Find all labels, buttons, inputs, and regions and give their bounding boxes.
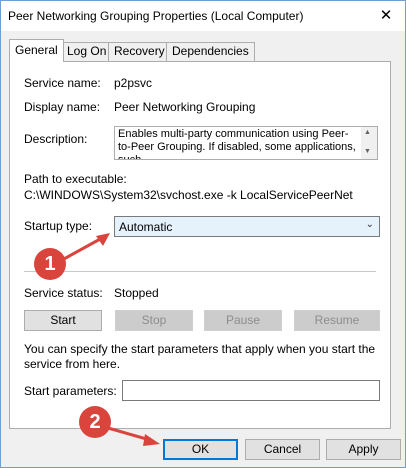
- scroll-up-icon[interactable]: ▲: [364, 129, 371, 136]
- service-status-label: Service status:: [24, 286, 103, 300]
- chevron-down-icon: ⌄: [365, 219, 374, 230]
- close-icon[interactable]: ✕: [373, 4, 399, 28]
- pause-button[interactable]: Pause: [204, 310, 282, 331]
- display-name-value: Peer Networking Grouping: [114, 100, 256, 114]
- stop-button[interactable]: Stop: [115, 310, 193, 331]
- start-params-label: Start parameters:: [24, 384, 117, 398]
- cancel-button[interactable]: Cancel: [245, 439, 320, 460]
- start-params-note: You can specify the start parameters tha…: [24, 342, 376, 371]
- tab-dependencies[interactable]: Dependencies: [166, 42, 255, 61]
- description-field[interactable]: Enables multi-party communication using …: [114, 126, 378, 160]
- start-button[interactable]: Start: [24, 310, 102, 331]
- annotation-marker-2: 2: [79, 406, 111, 438]
- start-params-input[interactable]: [122, 380, 380, 401]
- service-status-value: Stopped: [114, 286, 159, 300]
- ok-button[interactable]: OK: [163, 439, 238, 460]
- service-name-label: Service name:: [24, 76, 101, 90]
- description-label: Description:: [24, 132, 88, 146]
- divider: [24, 271, 376, 272]
- scroll-down-icon[interactable]: ▼: [364, 148, 371, 155]
- title-bar: Peer Networking Grouping Properties (Loc…: [1, 1, 405, 31]
- annotation-marker-1: 1: [34, 248, 66, 280]
- window-title: Peer Networking Grouping Properties (Loc…: [8, 9, 304, 23]
- startup-type-label: Startup type:: [24, 219, 93, 233]
- path-value: C:\WINDOWS\System32\svchost.exe -k Local…: [24, 188, 353, 202]
- display-name-label: Display name:: [24, 100, 101, 114]
- tab-general[interactable]: General: [9, 39, 64, 62]
- tab-recovery[interactable]: Recovery: [108, 42, 171, 61]
- tab-log-on[interactable]: Log On: [61, 42, 113, 61]
- description-scrollbar[interactable]: ▲ ▼: [361, 127, 377, 159]
- path-label: Path to executable:: [24, 172, 127, 186]
- description-value: Enables multi-party communication using …: [118, 128, 356, 160]
- general-panel: Service name: p2psvc Display name: Peer …: [9, 61, 391, 429]
- startup-type-value: Automatic: [119, 220, 173, 234]
- properties-dialog: Peer Networking Grouping Properties (Loc…: [0, 0, 406, 468]
- apply-button[interactable]: Apply: [326, 439, 401, 460]
- service-name-value: p2psvc: [114, 76, 153, 90]
- startup-type-select[interactable]: Automatic ⌄: [114, 216, 380, 237]
- resume-button[interactable]: Resume: [294, 310, 380, 331]
